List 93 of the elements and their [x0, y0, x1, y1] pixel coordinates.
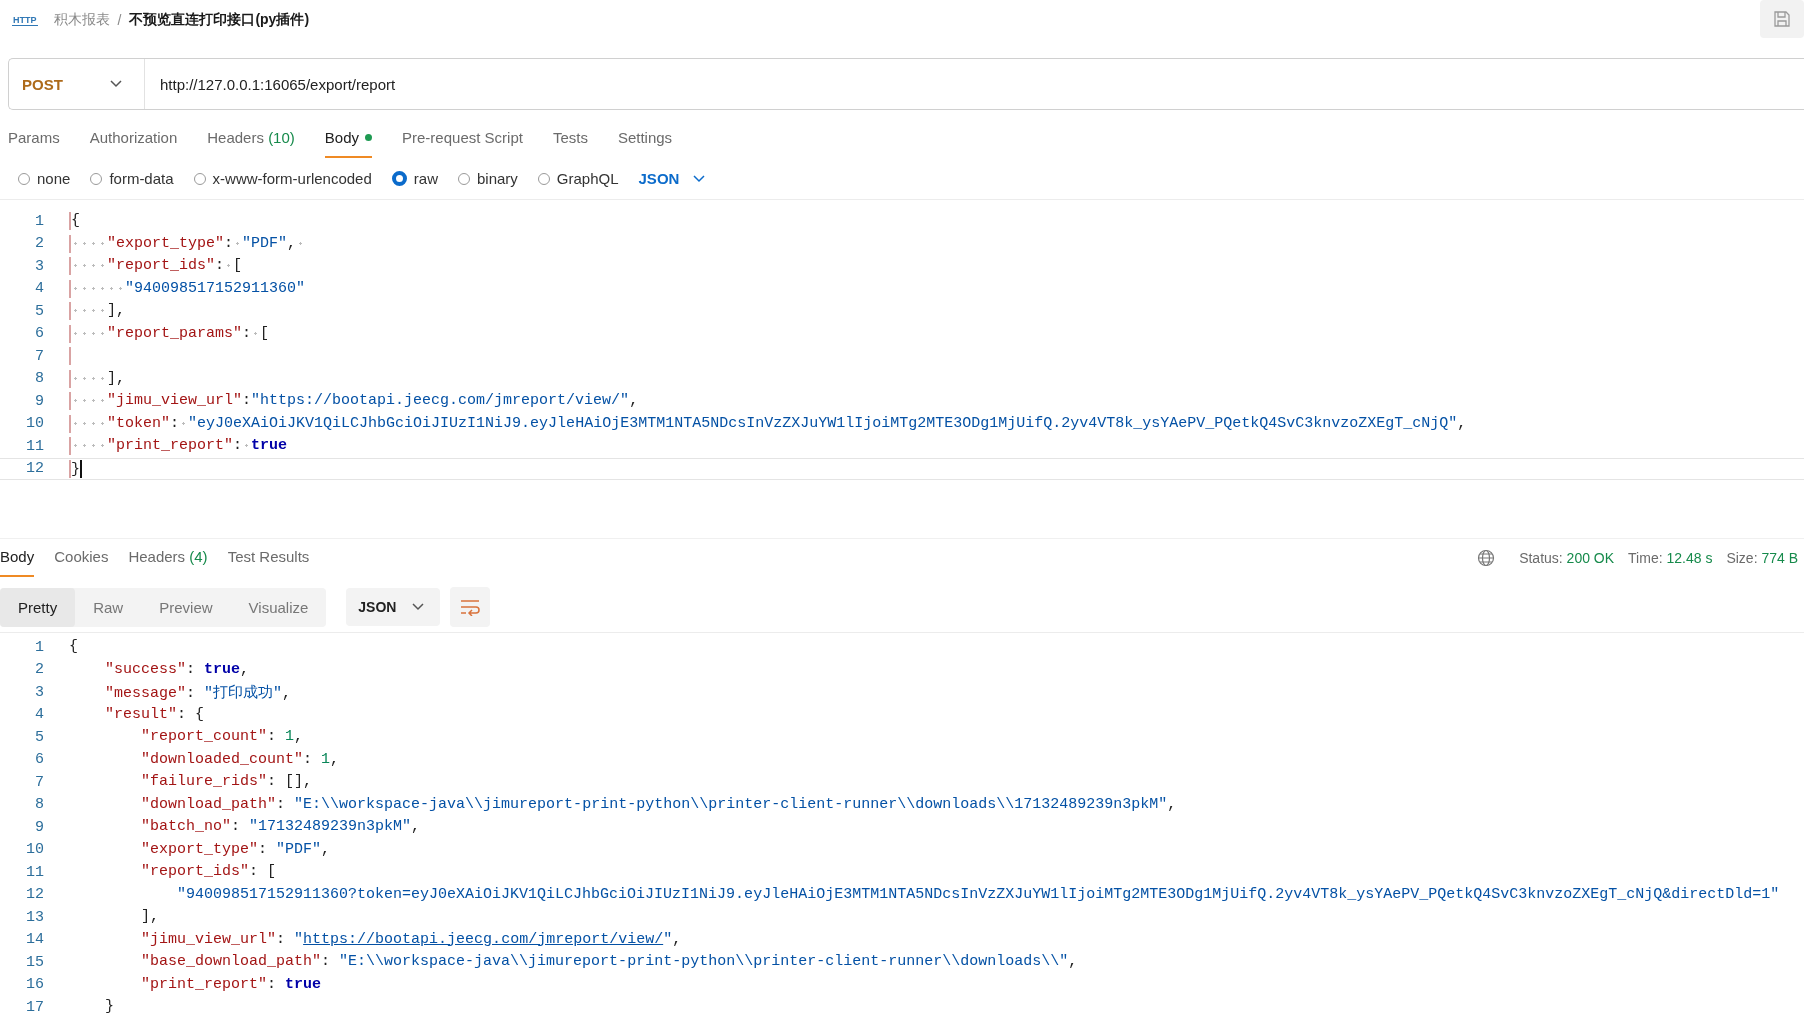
code-line: }	[69, 459, 82, 478]
response-tab[interactable]: Cookies	[54, 539, 109, 577]
line-number: 15	[25, 953, 44, 971]
line-number: 6	[34, 751, 44, 769]
breadcrumb-parent[interactable]: 积木报表	[53, 11, 110, 29]
response-tab[interactable]: Test Results	[227, 539, 310, 577]
code-line: "downloaded_count": 1,	[140, 750, 340, 769]
line-number: 10	[25, 415, 44, 433]
wrap-lines-button[interactable]	[450, 587, 491, 627]
body-type-radio[interactable]: binary	[457, 170, 518, 187]
breadcrumb-separator: /	[117, 12, 122, 28]
request-tab[interactable]: Authorization	[89, 120, 178, 158]
request-tab[interactable]: Body	[324, 120, 372, 158]
request-title: 不预览直连打印接口(py插件)	[129, 11, 310, 29]
globe-icon[interactable]	[1477, 549, 1496, 567]
line-number: 16	[25, 976, 44, 994]
line-number: 6	[34, 325, 44, 343]
body-type-radio[interactable]: x-www-form-urlencoded	[193, 170, 372, 187]
request-tab[interactable]: Headers (10)	[207, 120, 295, 158]
code-line: "print_report": true	[140, 975, 322, 994]
line-number: 13	[25, 908, 44, 926]
code-line: "report_params": [	[69, 324, 270, 343]
code-line: "export_type": "PDF",	[69, 234, 306, 253]
response-tab[interactable]: Body	[0, 539, 35, 577]
line-number: 11	[25, 437, 44, 455]
code-line: "failure_rids": [],	[140, 773, 313, 792]
code-line: "base_download_path": "E:\\workspace-java\\jimureport-print-python\\printer-client-runner\\downloads\\",	[140, 953, 1078, 972]
line-number: 11	[25, 863, 44, 881]
line-number: 1	[34, 212, 44, 230]
save-button[interactable]	[1760, 0, 1804, 38]
code-line: ],	[140, 908, 160, 927]
code-line: "download_path": "E:\\workspace-java\\jimureport-print-python\\printer-client-runner\\downloads\\17132489239n3pkM",	[140, 795, 1177, 814]
line-number: 9	[34, 392, 44, 410]
request-tab[interactable]: Tests	[552, 120, 588, 158]
line-number: 2	[34, 235, 44, 253]
code-line: }	[104, 998, 115, 1017]
code-line: "940098517152911360?token=eyJ0eXAiOiJKV1QiLCJhbGciOiJIUzI1NiJ9.eyJleHAiOjE3MTM1NTA5NDcsInVzZXJuYW1lIjoiMTg2MTE3ODg1MjUifQ.2yv4VT8k_ysYAePV_PQetkQ4SvC3knvzoZXEgT_cNjQ&directDld=1"	[176, 885, 1780, 904]
response-stat: Time: 12.48 s	[1628, 550, 1713, 566]
line-number: 5	[34, 728, 44, 746]
response-stat: Status: 200 OK	[1519, 550, 1615, 566]
line-number: 5	[34, 302, 44, 320]
response-stat: Size: 774 B	[1726, 550, 1798, 566]
chevron-down-icon	[412, 603, 425, 611]
line-number: 12	[25, 460, 44, 478]
code-line: "report_ids": [	[140, 863, 277, 882]
code-line: {	[69, 638, 79, 657]
line-number: 10	[25, 841, 44, 859]
code-line: {	[69, 212, 81, 231]
response-format-dropdown[interactable]: JSON	[346, 588, 441, 626]
request-url-field[interactable]: POST http://127.0.0.1:16065/export/report	[8, 58, 1804, 110]
body-type-radio[interactable]: GraphQL	[537, 170, 619, 187]
line-number: 2	[34, 661, 44, 679]
line-number: 8	[34, 796, 44, 814]
request-tab[interactable]: Pre-request Script	[402, 120, 523, 158]
method-dropdown[interactable]: POST	[9, 59, 145, 109]
view-mode-tab[interactable]: Visualize	[230, 587, 327, 627]
view-mode-tab[interactable]: Pretty	[0, 587, 76, 627]
code-line: "success": true,	[104, 660, 250, 679]
line-number: 7	[34, 347, 44, 365]
chevron-down-icon	[110, 80, 122, 88]
request-tab[interactable]: Params	[8, 120, 60, 158]
line-number: 3	[34, 683, 44, 701]
code-line: "report_ids": [	[69, 257, 243, 276]
view-mode-tab[interactable]: Raw	[75, 587, 142, 627]
code-line: "report_count": 1,	[140, 728, 304, 747]
code-line: "message": "打印成功",	[104, 683, 292, 702]
line-number: 14	[25, 931, 44, 949]
code-line: "print_report": true	[69, 437, 288, 456]
code-line: "result": {	[104, 705, 205, 724]
body-type-radio[interactable]: form-data	[90, 170, 174, 187]
line-number: 17	[25, 998, 44, 1016]
code-line: "batch_no": "17132489239n3pkM",	[140, 818, 421, 837]
body-type-radio[interactable]: raw	[391, 170, 438, 187]
wrap-lines-icon	[459, 598, 482, 616]
code-line: "940098517152911360"	[69, 279, 306, 298]
view-mode-tab[interactable]: Preview	[141, 587, 231, 627]
line-number: 9	[34, 818, 44, 836]
response-tab[interactable]: Headers (4)	[128, 539, 208, 577]
code-line: "jimu_view_url": "https://bootapi.jeecg.com/jmreport/view/",	[140, 930, 682, 949]
chevron-down-icon	[693, 174, 706, 183]
request-tab[interactable]: Settings	[617, 120, 673, 158]
code-line: "jimu_view_url":"https://bootapi.jeecg.com/jmreport/view/",	[69, 392, 639, 411]
line-number: 4	[34, 280, 44, 298]
body-format-dropdown[interactable]: JSON	[638, 170, 706, 187]
line-number: 7	[34, 773, 44, 791]
line-number: 4	[34, 706, 44, 724]
body-type-radio[interactable]: none	[18, 170, 71, 187]
code-line: "export_type": "PDF",	[140, 840, 331, 859]
line-number: 1	[34, 638, 44, 656]
line-number: 12	[25, 886, 44, 904]
line-number: 3	[34, 257, 44, 275]
line-number: 8	[34, 370, 44, 388]
code-line: "token": "eyJ0eXAiOiJKV1QiLCJhbGciOiJIUzI1NiJ9.eyJleHAiOjE3MTM1NTA5NDcsInVzZXJuYW1lIjoiMTg2MTE3ODg1MjUifQ.2yv4VT8k_ysYAePV_PQetkQ4SvC3knvzoZXEgT_cNjQ",	[69, 414, 1467, 433]
